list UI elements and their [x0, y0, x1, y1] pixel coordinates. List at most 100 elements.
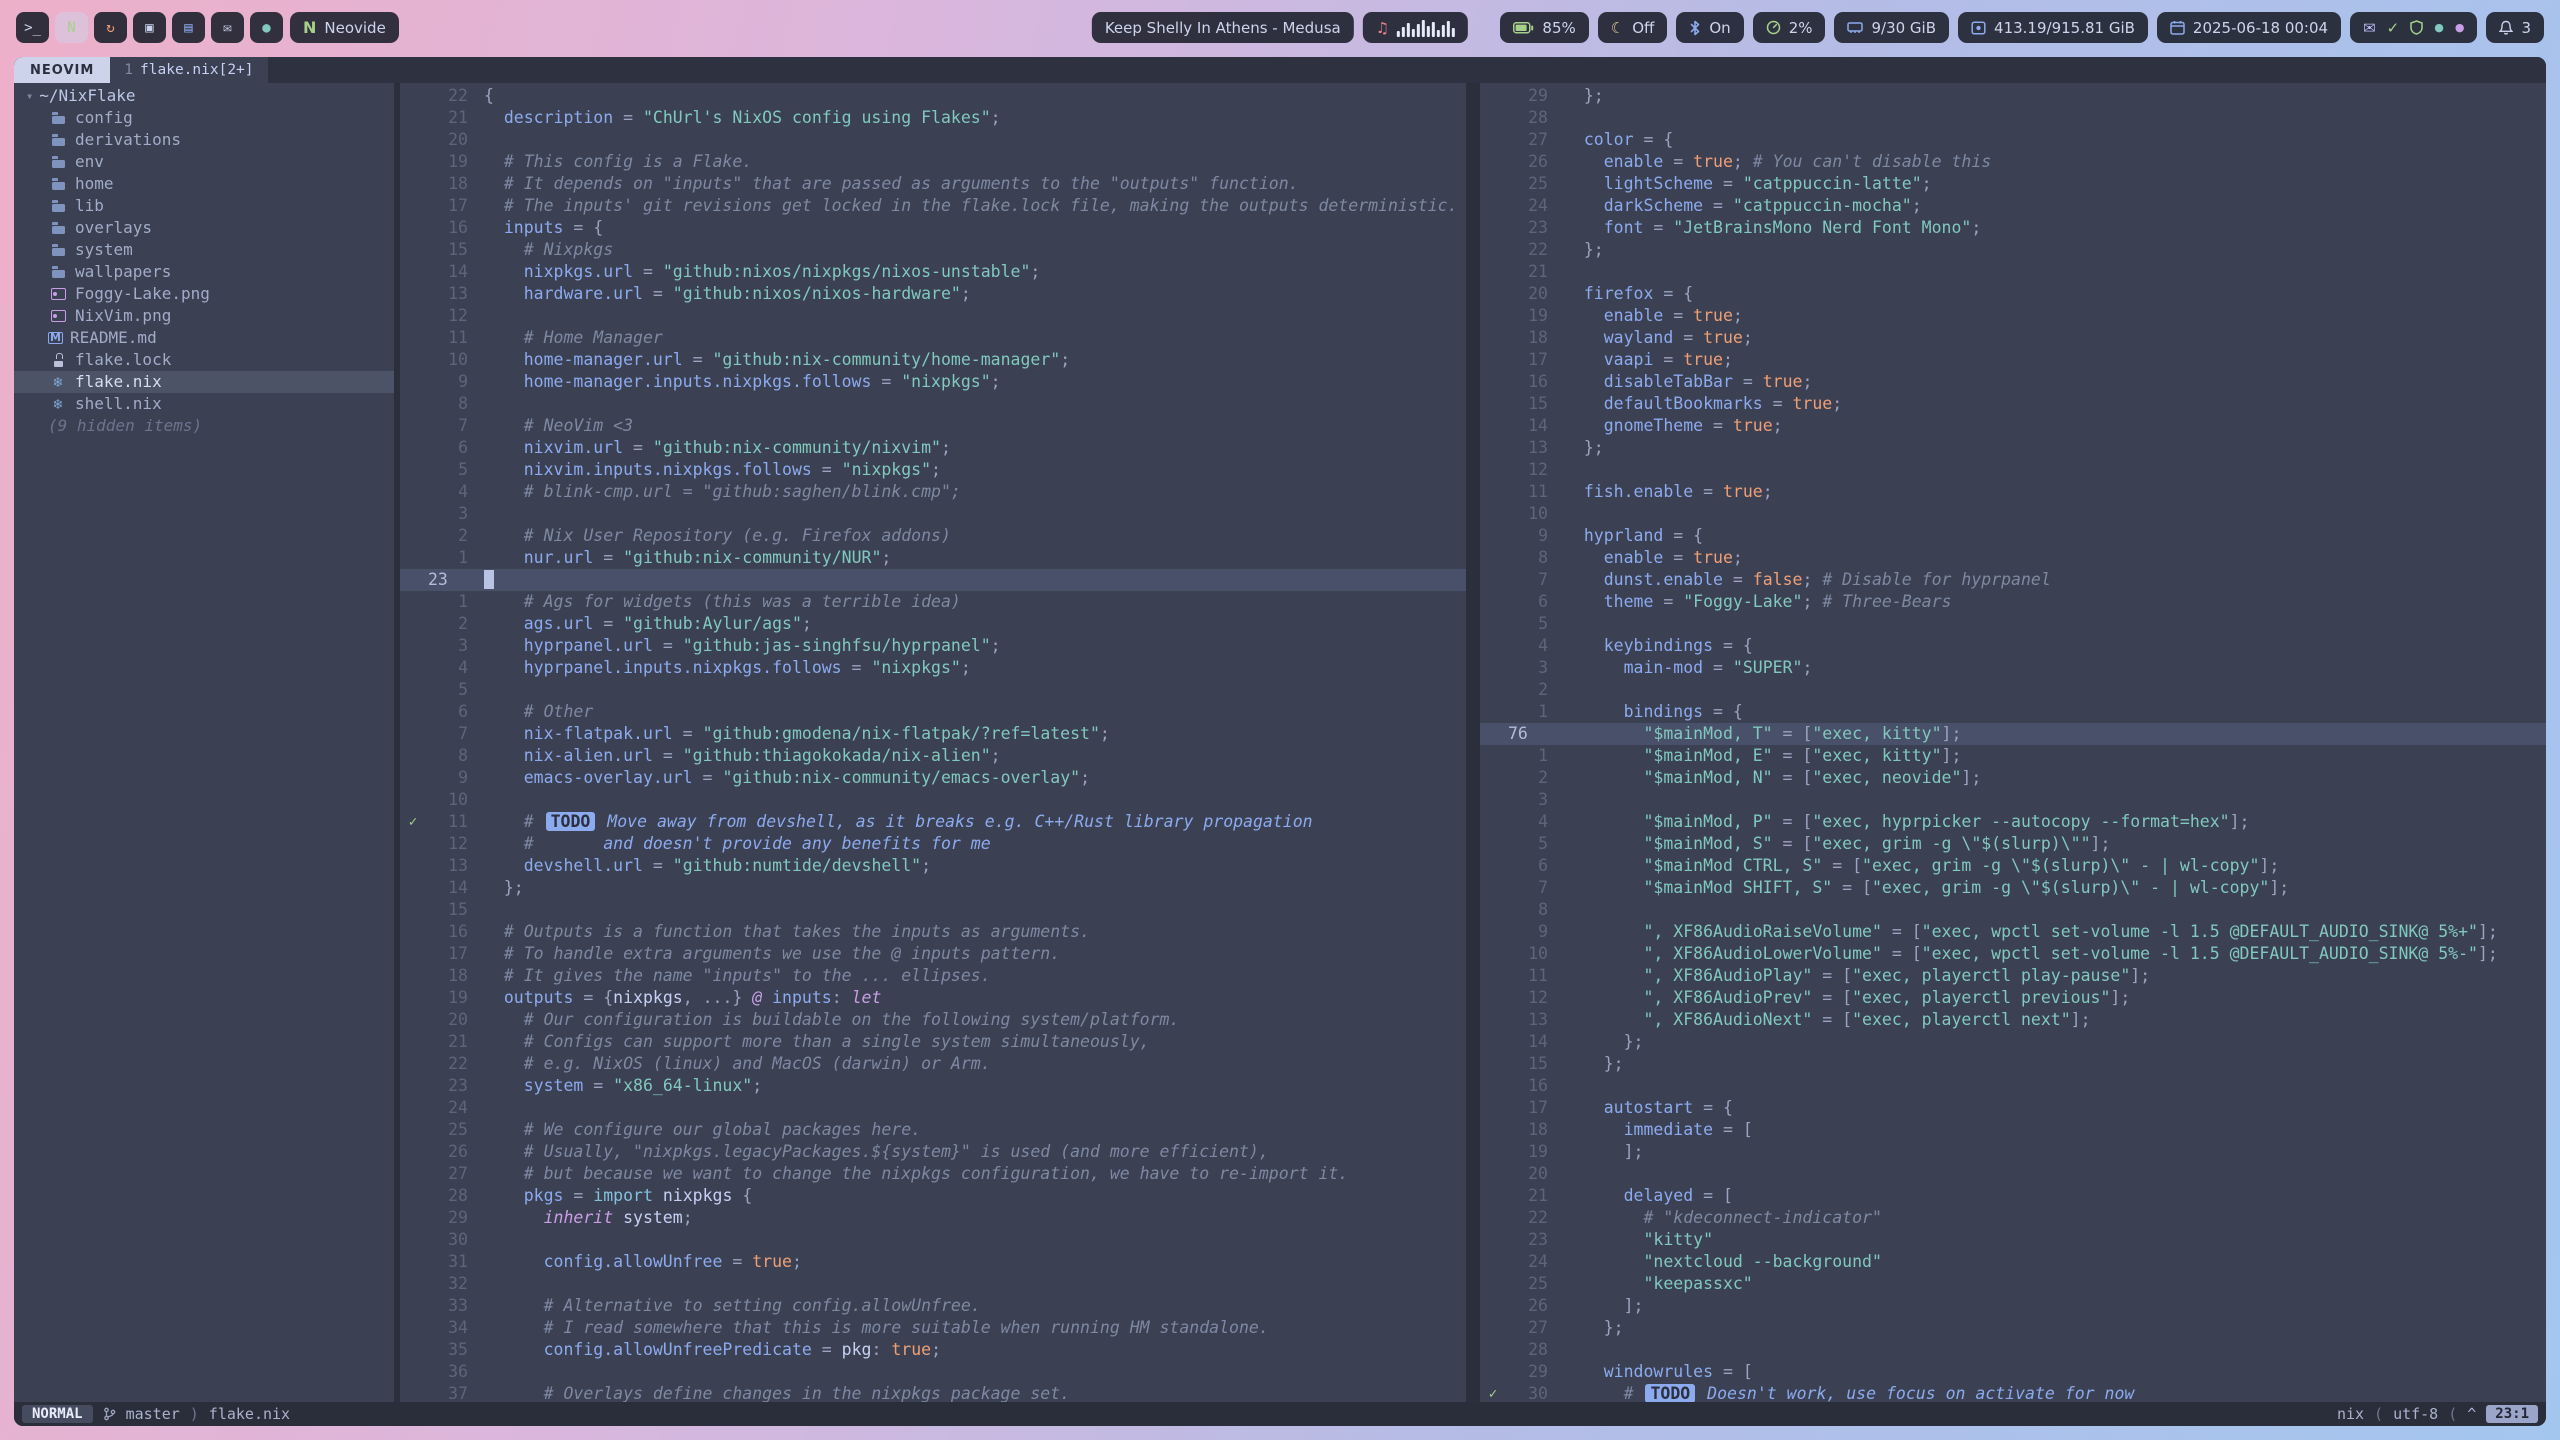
workspace-mail[interactable]: ✉: [211, 12, 244, 43]
sign-column: [1480, 261, 1506, 283]
tree-item-config[interactable]: config: [14, 107, 394, 129]
folder-icon: [48, 151, 68, 173]
code-text: hyprland = {: [1564, 525, 1703, 547]
file-tree[interactable]: ▾ ~/NixFlake configderivationsenvhomelib…: [14, 83, 394, 1402]
line-number: 20: [426, 1009, 468, 1031]
status-dot-mauve-icon[interactable]: ●: [2455, 21, 2465, 34]
code-text: system = "x86_64-linux";: [484, 1075, 762, 1097]
code-line: 9 ", XF86AudioRaiseVolume" = ["exec, wpc…: [1480, 921, 2546, 943]
workspace-neovim[interactable]: N: [55, 12, 88, 43]
tree-item-NixVim.png[interactable]: NixVim.png: [14, 305, 394, 327]
statusline-filename: flake.nix: [209, 1405, 290, 1423]
code-line: 29 };: [1480, 85, 2546, 107]
memory-module[interactable]: 9/30 GiB: [1834, 12, 1949, 43]
line-number: 10: [426, 349, 468, 371]
sign-column: [400, 767, 426, 789]
tree-item-overlays[interactable]: overlays: [14, 217, 394, 239]
tree-item-home[interactable]: home: [14, 173, 394, 195]
notifications-module[interactable]: 3: [2486, 12, 2544, 43]
tab-index: 1: [124, 62, 133, 78]
code-text: };: [1564, 239, 1604, 261]
tree-root[interactable]: ▾ ~/NixFlake: [14, 85, 394, 107]
cpu-module[interactable]: 2%: [1753, 12, 1826, 43]
pane-divider[interactable]: [1466, 83, 1480, 1402]
code-text: nur.url = "github:nix-community/NUR";: [484, 547, 891, 569]
music-visualizer-module[interactable]: ♫: [1363, 12, 1468, 43]
code-line: 18 # It depends on "inputs" that are pas…: [400, 173, 1466, 195]
disk-module[interactable]: 413.19/915.81 GiB: [1958, 12, 2148, 43]
workspace-grid[interactable]: ▣: [133, 12, 166, 43]
dnd-module[interactable]: ☾ Off: [1598, 12, 1668, 43]
pane-left-code[interactable]: 22{21 description = "ChUrl's NixOS confi…: [400, 83, 1466, 1402]
mail-icon[interactable]: ✉: [2363, 19, 2376, 37]
folder-icon: [48, 195, 68, 217]
line-number: 25: [1506, 173, 1548, 195]
code-line: 7 nix-flatpak.url = "github:gmodena/nix-…: [400, 723, 1466, 745]
code-line: 18 wayland = true;: [1480, 327, 2546, 349]
workspace-dot[interactable]: ●: [250, 12, 283, 43]
clock-module[interactable]: 2025-06-18 00:04: [2157, 12, 2341, 43]
code-text: ", XF86AudioPrev" = ["exec, playerctl pr…: [1564, 987, 2130, 1009]
clock-value: 2025-06-18 00:04: [2193, 19, 2328, 37]
shield-icon[interactable]: [2410, 20, 2423, 35]
code-line: 29 windowrules = [: [1480, 1361, 2546, 1383]
code-line: ✓11 # TODO Move away from devshell, as i…: [400, 811, 1466, 833]
code-text: # To handle extra arguments we use the @…: [484, 943, 1060, 965]
pane-right-code[interactable]: 29 };2827 color = {26 enable = true; # Y…: [1480, 83, 2546, 1402]
line-number: 15: [1506, 393, 1548, 415]
sign-column: [400, 1141, 426, 1163]
line-number: 23: [1506, 1229, 1548, 1251]
code-line: 9 home-manager.inputs.nixpkgs.follows = …: [400, 371, 1466, 393]
tree-item-derivations[interactable]: derivations: [14, 129, 394, 151]
workspace-terminal[interactable]: >_: [16, 12, 49, 43]
disk-usage: 413.19/915.81 GiB: [1994, 19, 2135, 37]
tab-flake-nix[interactable]: 1 flake.nix[2+]: [110, 57, 267, 83]
line-number: 20: [1506, 1163, 1548, 1185]
status-dot-teal-icon[interactable]: ●: [2434, 21, 2444, 34]
tree-item-system[interactable]: system: [14, 239, 394, 261]
workspace-files[interactable]: ▤: [172, 12, 205, 43]
line-number: 6: [426, 437, 468, 459]
tree-item-env[interactable]: env: [14, 151, 394, 173]
battery-module[interactable]: 85%: [1500, 12, 1588, 43]
tree-item-flake.nix[interactable]: ❄flake.nix: [14, 371, 394, 393]
code-line: 18 # It gives the name "inputs" to the .…: [400, 965, 1466, 987]
workspace-refresh[interactable]: ↻: [94, 12, 127, 43]
sign-column: [400, 1295, 426, 1317]
line-number: 35: [426, 1339, 468, 1361]
code-text: ", XF86AudioRaiseVolume" = ["exec, wpctl…: [1564, 921, 2498, 943]
tree-item-shell.nix[interactable]: ❄shell.nix: [14, 393, 394, 415]
tree-item-Foggy-Lake.png[interactable]: Foggy-Lake.png: [14, 283, 394, 305]
tree-item-label: system: [75, 239, 133, 261]
markdown-icon: M: [48, 332, 63, 344]
code-line: 19 outputs = {nixpkgs, ...} @ inputs: le…: [400, 987, 1466, 1009]
updates-ok-icon[interactable]: ✓: [2387, 19, 2400, 37]
cpu-usage: 2%: [1789, 19, 1813, 37]
line-number: 22: [1506, 239, 1548, 261]
tree-item-lib[interactable]: lib: [14, 195, 394, 217]
sign-column: [1480, 129, 1506, 151]
sign-column: [400, 1317, 426, 1339]
line-number: 29: [1506, 85, 1548, 107]
code-line: 4 hyprpanel.inputs.nixpkgs.follows = "ni…: [400, 657, 1466, 679]
active-app-module[interactable]: N Neovide: [290, 12, 399, 43]
tabline: NEOVIM 1 flake.nix[2+]: [14, 57, 2546, 83]
code-text: autostart = {: [1564, 1097, 1733, 1119]
tree-item-wallpapers[interactable]: wallpapers: [14, 261, 394, 283]
systray-module[interactable]: ✉ ✓ ● ●: [2350, 12, 2477, 43]
music-title-module[interactable]: Keep Shelly In Athens - Medusa: [1092, 12, 1354, 43]
code-line: 15 };: [1480, 1053, 2546, 1075]
tree-item-README.md[interactable]: MREADME.md: [14, 327, 394, 349]
tree-item-flake.lock[interactable]: flake.lock: [14, 349, 394, 371]
line-number: 11: [426, 327, 468, 349]
bluetooth-module[interactable]: On: [1676, 12, 1743, 43]
code-text: };: [1564, 1317, 1624, 1339]
image-icon: [48, 283, 68, 305]
code-text: "$mainMod, T" = ["exec, kitty"];: [1564, 723, 1961, 745]
code-line: 17 # The inputs' git revisions get locke…: [400, 195, 1466, 217]
sign-column: [400, 1009, 426, 1031]
line-number: 13: [426, 855, 468, 877]
code-text: };: [1564, 1053, 1624, 1075]
line-number: 32: [426, 1273, 468, 1295]
code-line: 7 dunst.enable = false; # Disable for hy…: [1480, 569, 2546, 591]
